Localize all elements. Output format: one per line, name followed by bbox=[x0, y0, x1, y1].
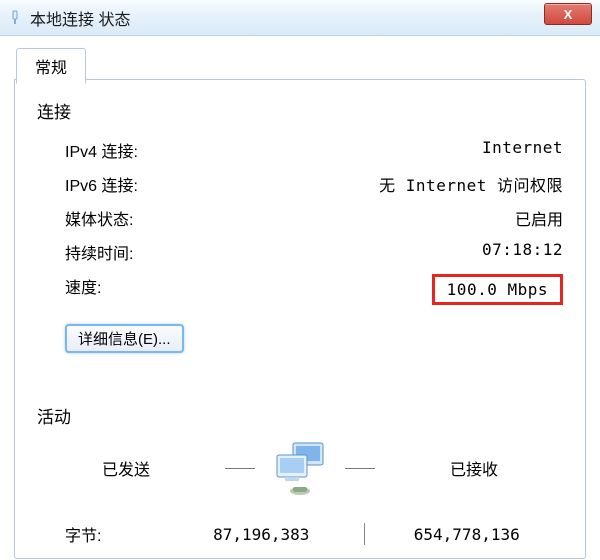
close-icon: X bbox=[564, 7, 573, 22]
media-label: 媒体状态: bbox=[65, 206, 245, 230]
duration-label: 持续时间: bbox=[65, 240, 245, 264]
sep-right bbox=[345, 468, 375, 469]
ipv4-value: Internet bbox=[245, 138, 563, 162]
duration-value: 07:18:12 bbox=[245, 240, 563, 264]
connection-heading: 连接 bbox=[37, 98, 563, 123]
received-bytes: 654,778,136 bbox=[371, 525, 564, 544]
row-ipv4: IPv4 连接: Internet bbox=[37, 133, 563, 167]
tab-strip: 常规 bbox=[14, 46, 586, 80]
sep-left bbox=[225, 468, 255, 469]
bytes-row: 字节: 87,196,383 654,778,136 bbox=[37, 522, 563, 546]
ipv6-value: 无 Internet 访问权限 bbox=[245, 172, 563, 196]
activity-section: 活动 已发送 已接收 bbox=[37, 403, 563, 546]
general-panel: 连接 IPv4 连接: Internet IPv6 连接: 无 Internet… bbox=[14, 79, 586, 559]
sent-bytes: 87,196,383 bbox=[165, 525, 358, 544]
row-media: 媒体状态: 已启用 bbox=[37, 201, 563, 235]
row-speed: 速度: 100.0 Mbps bbox=[37, 269, 563, 310]
ipv6-label: IPv6 连接: bbox=[65, 172, 245, 196]
sent-label: 已发送 bbox=[37, 456, 215, 480]
ipv4-label: IPv4 连接: bbox=[65, 138, 245, 162]
row-duration: 持续时间: 07:18:12 bbox=[37, 235, 563, 269]
speed-label: 速度: bbox=[65, 274, 245, 305]
media-value: 已启用 bbox=[245, 206, 563, 230]
network-adapter-icon bbox=[6, 9, 24, 27]
window-title: 本地连接 状态 bbox=[30, 6, 130, 30]
dialog-body: 常规 连接 IPv4 连接: Internet IPv6 连接: 无 Inter… bbox=[0, 36, 600, 559]
row-ipv6: IPv6 连接: 无 Internet 访问权限 bbox=[37, 167, 563, 201]
titlebar: 本地连接 状态 X bbox=[0, 0, 600, 36]
network-computers-icon bbox=[265, 438, 335, 498]
details-button[interactable]: 详细信息(E)... bbox=[65, 324, 184, 353]
close-button[interactable]: X bbox=[544, 3, 592, 25]
bytes-label: 字节: bbox=[65, 522, 165, 546]
tab-general[interactable]: 常规 bbox=[16, 48, 86, 84]
activity-header-row: 已发送 已接收 bbox=[37, 438, 563, 498]
activity-heading: 活动 bbox=[37, 403, 563, 428]
received-label: 已接收 bbox=[385, 456, 563, 480]
speed-value-wrap: 100.0 Mbps bbox=[245, 274, 563, 305]
speed-value-highlight: 100.0 Mbps bbox=[432, 274, 563, 305]
bytes-divider bbox=[364, 523, 365, 545]
